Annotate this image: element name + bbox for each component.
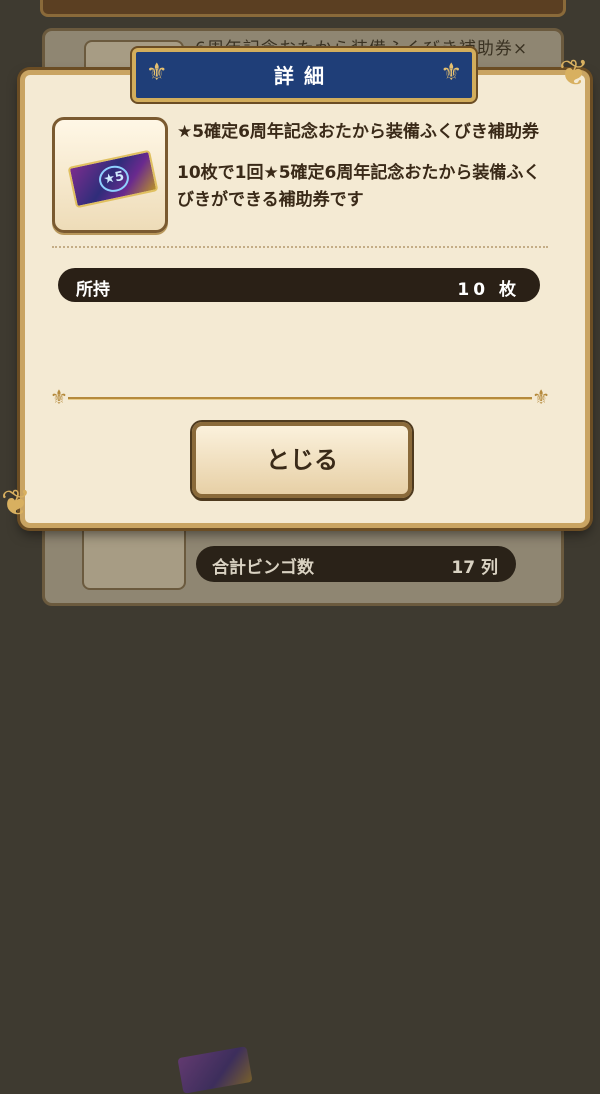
fleur-de-lis-icon: ⚜ [532, 385, 550, 409]
ticket-badge: ★5 [96, 162, 132, 195]
item-icon-frame: ★5 [52, 117, 168, 233]
background-top-bar [40, 0, 566, 17]
ticket-icon [177, 1046, 253, 1094]
background-item-thumbnail [82, 520, 253, 1094]
bingo-count-value: 17 列 [451, 558, 498, 578]
bingo-count-bar: 合計ビンゴ数 17 列 [196, 546, 516, 582]
divider-line [68, 397, 532, 399]
fleur-de-lis-icon: ⚜ [50, 385, 68, 409]
owned-value: 10 枚 [457, 280, 520, 300]
dotted-divider [52, 246, 548, 248]
ornament-corner-icon: ❦ [0, 483, 32, 524]
fleur-de-lis-icon: ⚜ [440, 58, 462, 86]
dialog-title-banner: ⚜ 詳細 ⚜ [132, 48, 476, 102]
ornamental-divider: ⚜ ⚜ [50, 385, 550, 409]
owned-count-bar: 所持 10 枚 [58, 268, 540, 302]
ornament-corner-icon: ❦ [558, 53, 590, 94]
close-button[interactable]: とじる [192, 422, 412, 498]
item-name: ★5確定6周年記念おたから装備ふくびき補助券 [177, 122, 539, 142]
bingo-count-label: 合計ビンゴ数 [212, 558, 314, 578]
owned-label: 所持 [76, 280, 110, 300]
ticket-icon: ★5 [67, 149, 159, 209]
dialog-title: 詳細 [274, 64, 334, 88]
item-description: 10枚で1回★5確定6周年記念おたから装備ふくびきができる補助券です [177, 163, 541, 210]
